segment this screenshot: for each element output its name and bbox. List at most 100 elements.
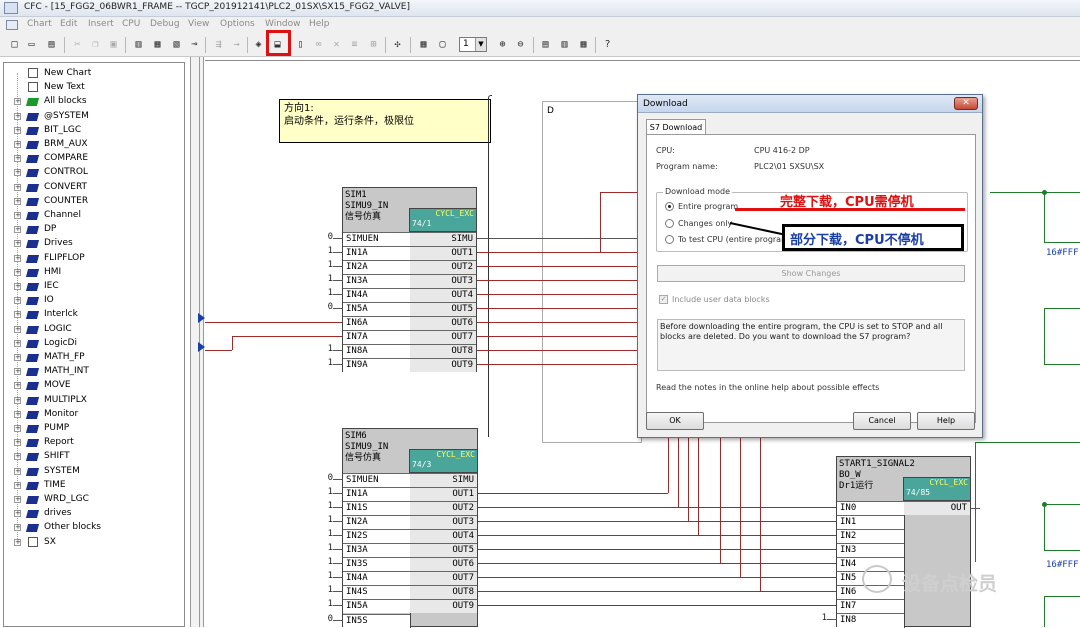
expand-icon[interactable]: + — [14, 481, 21, 489]
chevron-down-icon[interactable]: ▼ — [475, 38, 486, 51]
test-mode-icon[interactable]: ▯ — [293, 37, 308, 52]
expand-icon[interactable]: + — [14, 98, 21, 106]
expand-icon[interactable]: + — [14, 268, 21, 276]
input-pin[interactable]: IN5A — [343, 599, 410, 614]
expand-icon[interactable]: + — [14, 396, 21, 404]
output-pin[interactable]: SIMU — [410, 232, 476, 246]
pin-value[interactable]: 1 — [813, 613, 827, 623]
cancel-button[interactable]: Cancel — [853, 412, 911, 430]
output-pin[interactable]: OUT2 — [410, 260, 476, 275]
input-pin[interactable]: IN7A — [343, 330, 410, 345]
input-pin[interactable]: IN7 — [837, 599, 904, 614]
expand-icon[interactable]: + — [14, 226, 21, 234]
input-pin[interactable]: IN8 — [837, 613, 904, 628]
input-pin[interactable]: IN0 — [837, 501, 904, 515]
output-pin[interactable]: OUT4 — [410, 288, 476, 303]
menu-insert[interactable]: Insert — [88, 19, 114, 29]
output-pin[interactable]: SIMU — [410, 473, 477, 487]
function-block-sim6[interactable]: SIM6 SIMU9_IN 信号仿真 CYCL_EXC 74/3 SIMUEN 0 I… — [328, 428, 478, 628]
expand-icon[interactable]: + — [14, 453, 21, 461]
window-icon[interactable]: ▦ — [576, 37, 591, 52]
expand-icon[interactable]: + — [14, 169, 21, 177]
pin-value[interactable]: 1 — [319, 585, 333, 595]
input-pin[interactable]: IN6A — [343, 316, 410, 331]
compile-icon[interactable]: ◈ — [251, 37, 266, 52]
output-pin[interactable]: OUT9 — [410, 358, 476, 373]
dialog-title-bar[interactable]: Download ✕ — [638, 95, 982, 113]
expand-icon[interactable]: + — [14, 510, 21, 518]
pin-value[interactable]: 1 — [319, 274, 333, 284]
expand-icon[interactable]: + — [14, 339, 21, 347]
output-pin[interactable]: OUT — [904, 501, 970, 515]
input-pin[interactable]: IN9A — [343, 358, 410, 373]
pin-value[interactable]: 1 — [319, 529, 333, 539]
radio-test-cpu[interactable] — [665, 235, 674, 244]
input-pin[interactable]: IN2 — [837, 529, 904, 544]
block-type-icon[interactable]: ▥ — [131, 37, 146, 52]
input-pin[interactable]: IN1 — [837, 515, 904, 530]
expand-icon[interactable]: + — [14, 283, 21, 290]
expand-icon[interactable]: + — [14, 538, 21, 546]
expand-icon[interactable]: + — [14, 325, 21, 333]
radio-changes-only[interactable] — [665, 219, 674, 228]
ok-button[interactable]: OK — [646, 412, 704, 430]
page-icon[interactable]: ▦ — [416, 37, 431, 52]
expand-icon[interactable]: + — [14, 524, 21, 532]
output-pin[interactable]: OUT6 — [410, 316, 476, 331]
menu-options[interactable]: Options — [220, 19, 255, 29]
input-pin[interactable]: IN8A — [343, 344, 410, 359]
menu-debug[interactable]: Debug — [150, 19, 180, 29]
output-pin[interactable]: OUT5 — [410, 543, 477, 558]
input-pin[interactable]: IN5S — [343, 613, 410, 628]
expand-icon[interactable]: + — [14, 112, 21, 120]
output-pin[interactable]: OUT1 — [410, 246, 476, 261]
chart-system-icon[interactable] — [6, 20, 18, 30]
sheet-view-icon[interactable]: ✣ — [390, 37, 405, 52]
expand-icon[interactable]: + — [14, 425, 21, 432]
function-block-sim1[interactable]: SIM1 SIMU9_IN 信号仿真 CYCL_EXC 74/1 SIMUEN 0 I… — [328, 187, 477, 373]
pin-value[interactable]: 1 — [319, 515, 333, 525]
pin-value[interactable]: 1 — [319, 288, 333, 298]
cascade-icon[interactable]: ▥ — [557, 37, 572, 52]
menu-chart[interactable]: Chart — [27, 19, 52, 29]
text-note[interactable]: 方向1: 启动条件，运行条件，极限位 — [279, 99, 491, 143]
expand-icon[interactable]: + — [14, 126, 21, 134]
expand-icon[interactable]: + — [14, 382, 21, 390]
expand-icon[interactable]: + — [14, 212, 21, 219]
copy-icon[interactable]: ❐ — [88, 37, 103, 52]
input-pin[interactable]: IN3A — [343, 274, 410, 289]
pin-value[interactable]: 0 — [319, 232, 333, 242]
output-pin[interactable]: OUT3 — [410, 515, 477, 530]
zoom-out-icon[interactable]: ⊖ — [513, 37, 528, 52]
pin-value[interactable]: 1 — [319, 571, 333, 581]
open-icon[interactable]: ▭ — [24, 37, 39, 52]
include-user-data-checkbox[interactable]: ✓ — [659, 295, 668, 304]
pin-value[interactable]: 1 — [319, 344, 333, 354]
pin-value[interactable]: 1 — [319, 557, 333, 567]
overview-icon[interactable]: ≡ — [347, 37, 362, 52]
pin-value[interactable]: 1 — [319, 246, 333, 256]
input-pin[interactable]: IN2A — [343, 260, 410, 275]
input-pin[interactable]: IN4S — [343, 585, 410, 600]
expand-icon[interactable]: + — [14, 240, 21, 248]
output-pin[interactable]: OUT7 — [410, 571, 477, 586]
expand-icon[interactable]: + — [14, 467, 21, 475]
cut-icon[interactable]: ✂ — [70, 37, 85, 52]
connect-icon[interactable]: ⊸ — [187, 37, 202, 52]
output-pin[interactable]: OUT8 — [410, 344, 476, 359]
input-pin[interactable]: IN4A — [343, 571, 410, 586]
input-pin[interactable]: IN1A — [343, 487, 410, 502]
watch-icon[interactable]: ∞ — [311, 37, 326, 52]
pin-value[interactable]: 0 — [319, 302, 333, 312]
input-pin[interactable]: SIMUEN — [343, 232, 410, 246]
run-seq-icon[interactable]: ⇶ — [211, 37, 226, 52]
pin-value[interactable]: 1 — [319, 599, 333, 609]
help-icon[interactable]: ? — [600, 37, 615, 52]
expand-icon[interactable]: + — [14, 439, 21, 447]
output-pin[interactable]: OUT3 — [410, 274, 476, 289]
delete-icon[interactable]: ✕ — [329, 37, 344, 52]
expand-icon[interactable]: + — [14, 368, 21, 376]
download-dialog[interactable]: Download ✕ S7 Download CPU: CPU 416-2 DP… — [637, 94, 983, 438]
pin-value[interactable]: 1 — [319, 487, 333, 497]
pin-value[interactable]: 1 — [319, 358, 333, 368]
